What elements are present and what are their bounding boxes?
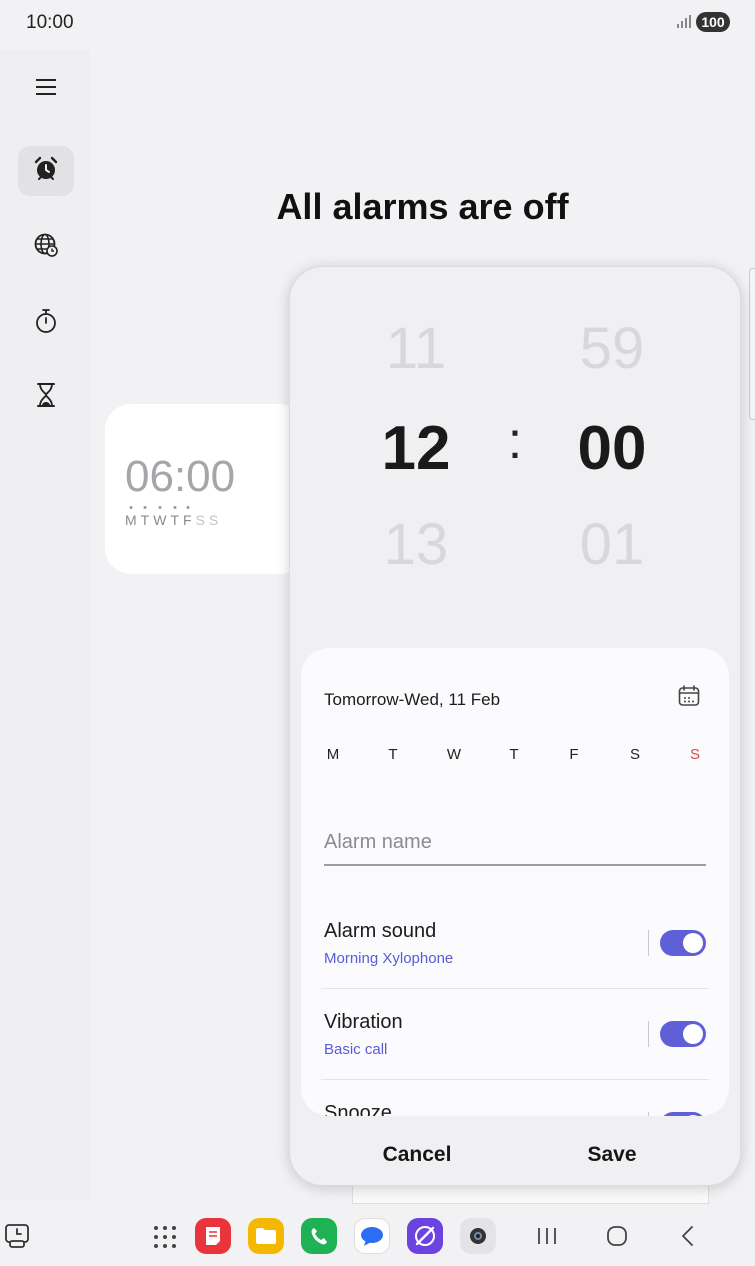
divider bbox=[321, 988, 709, 989]
minute-previous[interactable]: 59 bbox=[542, 315, 682, 382]
setting-title: Snooze bbox=[324, 1102, 392, 1116]
alarm-day: F bbox=[183, 512, 193, 528]
weekday-friday[interactable]: F bbox=[559, 746, 589, 763]
weekday-wednesday[interactable]: W bbox=[439, 746, 469, 763]
alarm-day: S bbox=[208, 512, 220, 528]
setting-subtitle: Morning Xylophone bbox=[324, 950, 454, 967]
screen-time-icon[interactable] bbox=[4, 1222, 32, 1255]
battery-indicator: 100 bbox=[696, 12, 730, 32]
status-bar: 10:00 100 bbox=[0, 0, 755, 44]
alarm-settings-card: Tomorrow-Wed, 11 Feb M T W T F S S Alarm… bbox=[301, 648, 729, 1116]
alarm-date: Tomorrow-Wed, 11 Feb bbox=[324, 690, 501, 709]
vibration-toggle[interactable] bbox=[660, 1021, 706, 1047]
cancel-button[interactable]: Cancel bbox=[327, 1135, 507, 1175]
world-clock-icon bbox=[33, 232, 59, 263]
alarm-name-input[interactable] bbox=[324, 826, 706, 866]
signal-bars-icon bbox=[676, 14, 692, 33]
setting-subtitle: Basic call bbox=[324, 1041, 388, 1058]
weekday-sunday[interactable]: S bbox=[680, 746, 710, 763]
weekday-saturday[interactable]: S bbox=[620, 746, 650, 763]
nav-world-clock[interactable] bbox=[18, 222, 74, 272]
time-separator: : bbox=[507, 412, 523, 470]
phone-app-icon[interactable] bbox=[301, 1218, 337, 1254]
divider bbox=[648, 930, 649, 956]
alarm-day: W bbox=[153, 512, 168, 528]
add-alarm-dialog: 11 12 13 : 59 00 01 Tomorrow-Wed, 11 Feb bbox=[289, 266, 741, 1186]
alarm-day: S bbox=[195, 512, 206, 528]
weekday-monday[interactable]: M bbox=[318, 746, 348, 763]
divider bbox=[648, 1112, 649, 1116]
hour-previous[interactable]: 11 bbox=[346, 315, 486, 382]
weekday-thursday[interactable]: T bbox=[499, 746, 529, 763]
notes-app-icon[interactable] bbox=[195, 1218, 231, 1254]
recents-icon[interactable] bbox=[536, 1226, 558, 1251]
weekday-tuesday[interactable]: T bbox=[378, 746, 408, 763]
alarm-day: T bbox=[140, 512, 151, 528]
page-title: All alarms are off bbox=[276, 186, 569, 227]
save-button[interactable]: Save bbox=[522, 1135, 702, 1175]
nav-stopwatch[interactable] bbox=[18, 298, 74, 348]
internet-app-icon[interactable] bbox=[407, 1218, 443, 1254]
navigation-rail bbox=[0, 50, 90, 1200]
timer-hourglass-icon bbox=[35, 382, 57, 413]
minute-selected[interactable]: 00 bbox=[542, 413, 682, 484]
setting-snooze[interactable]: Snooze bbox=[321, 1090, 709, 1116]
stopwatch-icon bbox=[34, 308, 58, 339]
camera-app-icon[interactable] bbox=[460, 1218, 496, 1254]
calendar-icon bbox=[677, 685, 701, 712]
alarm-day: T bbox=[170, 512, 181, 528]
calendar-button[interactable] bbox=[677, 684, 701, 713]
alarm-card-days: M T W T F S S bbox=[125, 512, 219, 528]
setting-vibration[interactable]: Vibration Basic call bbox=[321, 999, 709, 1089]
status-time: 10:00 bbox=[26, 12, 74, 33]
setting-alarm-sound[interactable]: Alarm sound Morning Xylophone bbox=[321, 908, 709, 998]
nav-timer[interactable] bbox=[18, 372, 74, 422]
alarm-sound-toggle[interactable] bbox=[660, 930, 706, 956]
my-files-app-icon[interactable] bbox=[248, 1218, 284, 1254]
menu-button[interactable] bbox=[18, 64, 74, 114]
back-icon[interactable] bbox=[680, 1225, 696, 1252]
alarm-card-time: 06:00 bbox=[125, 452, 236, 501]
edge-panel-handle[interactable] bbox=[749, 268, 755, 420]
setting-title: Vibration bbox=[324, 1011, 403, 1033]
minute-next[interactable]: 01 bbox=[542, 511, 682, 578]
alarm-day: M bbox=[125, 512, 138, 528]
messages-app-icon[interactable] bbox=[354, 1218, 390, 1254]
hour-selected[interactable]: 12 bbox=[346, 413, 486, 484]
home-icon[interactable] bbox=[606, 1225, 628, 1252]
snooze-toggle[interactable] bbox=[660, 1112, 706, 1116]
setting-title: Alarm sound bbox=[324, 920, 437, 942]
nav-alarm[interactable] bbox=[18, 146, 74, 196]
taskbar bbox=[0, 1206, 755, 1266]
divider bbox=[321, 1079, 709, 1080]
hour-next[interactable]: 13 bbox=[346, 511, 486, 578]
divider bbox=[648, 1021, 649, 1047]
hamburger-menu-icon bbox=[35, 78, 57, 101]
alarm-clock-icon bbox=[33, 156, 59, 187]
alarm-card[interactable]: 06:00 M T W T F S S bbox=[105, 404, 305, 574]
app-drawer-icon[interactable] bbox=[152, 1224, 178, 1255]
